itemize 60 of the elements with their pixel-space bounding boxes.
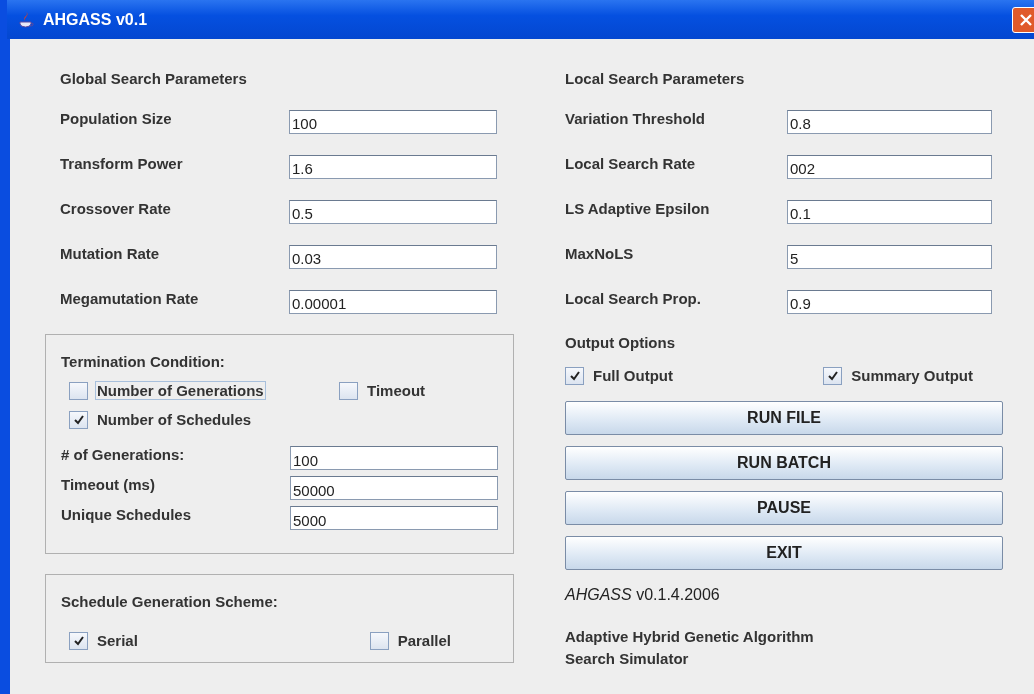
close-button[interactable] [1012, 6, 1034, 33]
section-title: Global Search Parameters [60, 70, 248, 88]
checkbox-label: Serial [96, 631, 139, 650]
input-field[interactable]: 0.03 [289, 244, 497, 269]
input-field[interactable]: 5 [787, 244, 992, 269]
checkbox[interactable] [69, 381, 88, 400]
input-field[interactable]: 0.8 [787, 109, 992, 134]
checkbox[interactable] [69, 410, 88, 429]
check-icon [827, 370, 838, 381]
input-field[interactable]: 0.1 [787, 199, 992, 224]
field-label: Megamutation Rate [60, 290, 200, 307]
action-button[interactable]: RUN BATCH [565, 446, 1003, 480]
field-label: # of Generations: [61, 445, 186, 463]
description-text: Adaptive Hybrid Genetic Algorithm [565, 627, 815, 647]
section-title: Output Options [565, 334, 676, 352]
group-title: Schedule Generation Scheme: [61, 593, 279, 611]
check-icon [73, 414, 84, 425]
field-label: MaxNoLS [565, 245, 635, 262]
field-label: Unique Schedules [61, 505, 193, 523]
input-field[interactable]: 002 [787, 154, 992, 179]
checkbox-label: Summary Output [850, 366, 974, 385]
checkbox-label: Full Output [592, 366, 674, 385]
input-field[interactable]: 1.6 [289, 154, 497, 179]
action-button[interactable]: RUN FILE [565, 401, 1003, 435]
checkbox-label: Timeout [366, 381, 427, 400]
action-button[interactable]: PAUSE [565, 491, 1003, 525]
field-label: Transform Power [60, 155, 184, 172]
checkbox-label: Number of Generations [95, 381, 266, 400]
window-title: AHGASS v0.1 [43, 10, 148, 29]
field-label: Local Search Rate [565, 155, 697, 172]
checkbox-label: Parallel [396, 631, 452, 650]
checkbox[interactable] [369, 631, 389, 650]
input-field[interactable]: 50000 [290, 476, 498, 500]
close-icon [1019, 12, 1033, 27]
field-label: Crossover Rate [60, 200, 172, 217]
field-label: Local Search Prop. [565, 290, 702, 307]
input-field[interactable]: 0.00001 [289, 289, 497, 314]
field-label: Population Size [60, 110, 173, 127]
group-title: Termination Condition: [61, 353, 226, 371]
checkbox-label: Number of Schedules [96, 410, 253, 429]
checkbox[interactable] [69, 631, 88, 650]
checkbox[interactable] [823, 366, 843, 385]
input-field[interactable]: 0.9 [787, 289, 992, 314]
field-label: Timeout (ms) [61, 475, 156, 493]
input-field[interactable]: 5000 [290, 506, 498, 530]
check-icon [569, 370, 580, 381]
field-label: Variation Threshold [565, 110, 707, 127]
check-icon [73, 635, 84, 646]
description-text: Search Simulator [565, 649, 690, 669]
input-field[interactable]: 100 [290, 446, 498, 470]
checkbox[interactable] [565, 366, 584, 385]
section-title: Local Search Parameters [565, 70, 746, 88]
input-field[interactable]: 0.5 [289, 199, 497, 224]
checkbox[interactable] [339, 381, 358, 400]
action-button[interactable]: EXIT [565, 536, 1003, 570]
input-field[interactable]: 100 [289, 109, 497, 134]
version-text: AHGASS v0.1.4.2006 [565, 586, 721, 604]
cup-icon [17, 10, 35, 29]
field-label: LS Adaptive Epsilon [565, 200, 711, 217]
field-label: Mutation Rate [60, 245, 161, 262]
